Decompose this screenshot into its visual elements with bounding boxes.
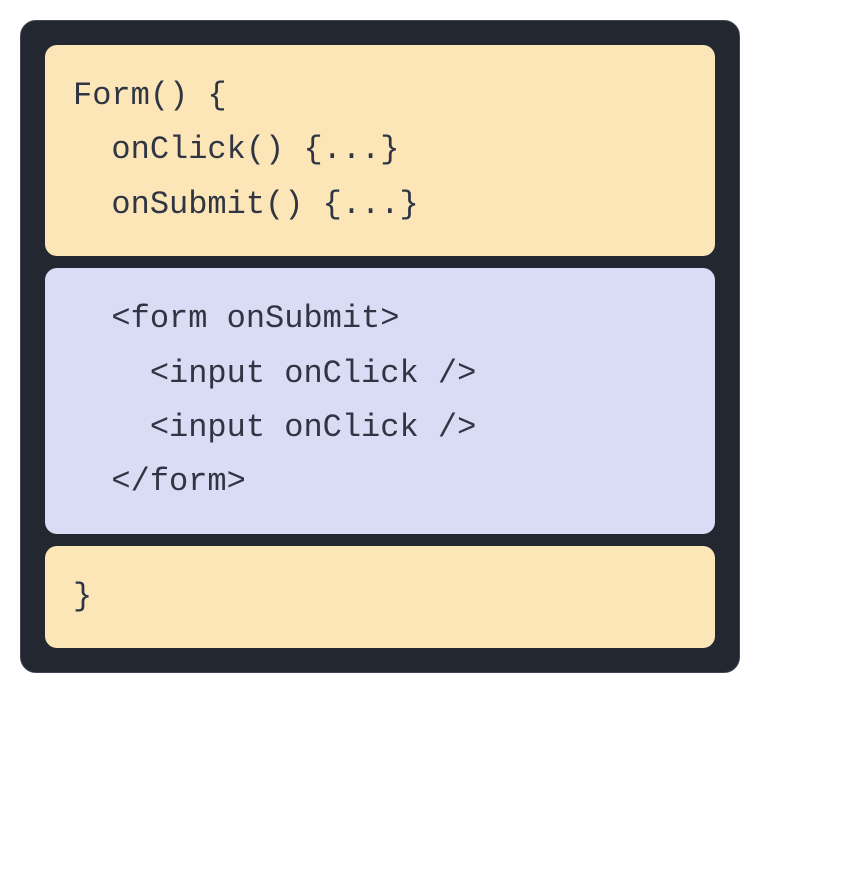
function-declaration-block: Form() { onClick() {...} onSubmit() {...…	[45, 45, 715, 256]
jsx-block: <form onSubmit> <input onClick /> <input…	[45, 268, 715, 534]
code-line-form-open: Form() {	[73, 69, 687, 123]
code-diagram-container: Form() { onClick() {...} onSubmit() {...…	[20, 20, 740, 673]
code-line-input-2: <input onClick />	[73, 401, 687, 455]
code-line-form-tag-open: <form onSubmit>	[73, 292, 687, 346]
code-line-input-1: <input onClick />	[73, 347, 687, 401]
code-line-onsubmit: onSubmit() {...}	[73, 178, 687, 232]
code-line-onclick: onClick() {...}	[73, 123, 687, 177]
code-line-form-tag-close: </form>	[73, 455, 687, 509]
function-close-block: }	[45, 546, 715, 648]
code-line-closing-brace: }	[73, 570, 687, 624]
